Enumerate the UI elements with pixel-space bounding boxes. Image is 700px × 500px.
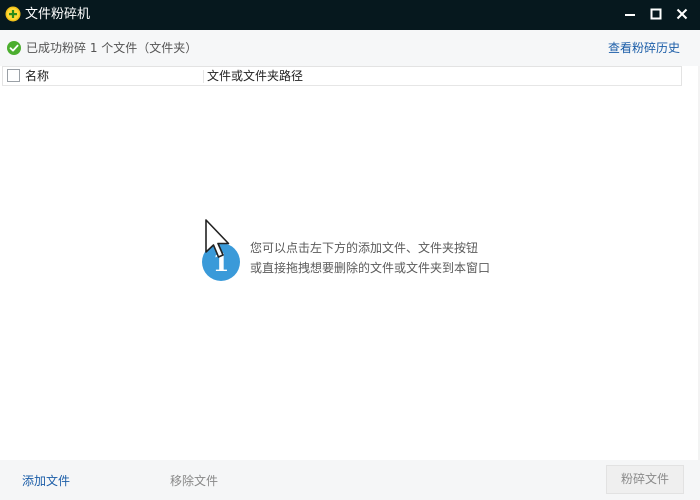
column-name-header[interactable]: 名称 — [25, 69, 49, 83]
select-all-checkbox[interactable] — [7, 69, 20, 82]
column-divider[interactable] — [203, 70, 204, 83]
window-title: 文件粉碎机 — [25, 7, 91, 22]
shred-files-button[interactable]: 粉碎文件 — [606, 465, 684, 494]
file-shredder-window: 文件粉碎机 已成功粉碎 1 个文件（文件夹） 查看粉碎历史 名称 文件或文件夹路… — [0, 0, 700, 500]
empty-hint-line-2: 或直接拖拽想要删除的文件或文件夹到本窗口 — [250, 261, 491, 275]
success-check-icon — [7, 41, 21, 55]
status-text: 已成功粉碎 1 个文件（文件夹） — [26, 41, 198, 55]
column-path-header[interactable]: 文件或文件夹路径 — [207, 69, 303, 83]
minimize-button[interactable] — [617, 3, 643, 25]
close-button[interactable] — [669, 3, 695, 25]
add-file-button[interactable]: 添加文件 — [22, 474, 70, 488]
mouse-cursor-icon — [205, 219, 230, 258]
status-bar: 已成功粉碎 1 个文件（文件夹） 查看粉碎历史 — [0, 30, 700, 66]
view-history-link[interactable]: 查看粉碎历史 — [608, 41, 680, 55]
minimize-icon — [625, 14, 635, 16]
remove-file-button[interactable]: 移除文件 — [170, 474, 218, 488]
file-list-header: 名称 文件或文件夹路径 — [2, 66, 682, 86]
shredder-app-icon — [5, 6, 21, 22]
maximize-icon — [650, 8, 662, 20]
maximize-button[interactable] — [643, 3, 669, 25]
footer-bar: 添加文件 移除文件 粉碎文件 — [0, 460, 700, 500]
close-icon — [676, 8, 688, 20]
empty-hint-line-1: 您可以点击左下方的添加文件、文件夹按钮 — [250, 241, 479, 255]
title-bar[interactable]: 文件粉碎机 — [0, 0, 700, 30]
